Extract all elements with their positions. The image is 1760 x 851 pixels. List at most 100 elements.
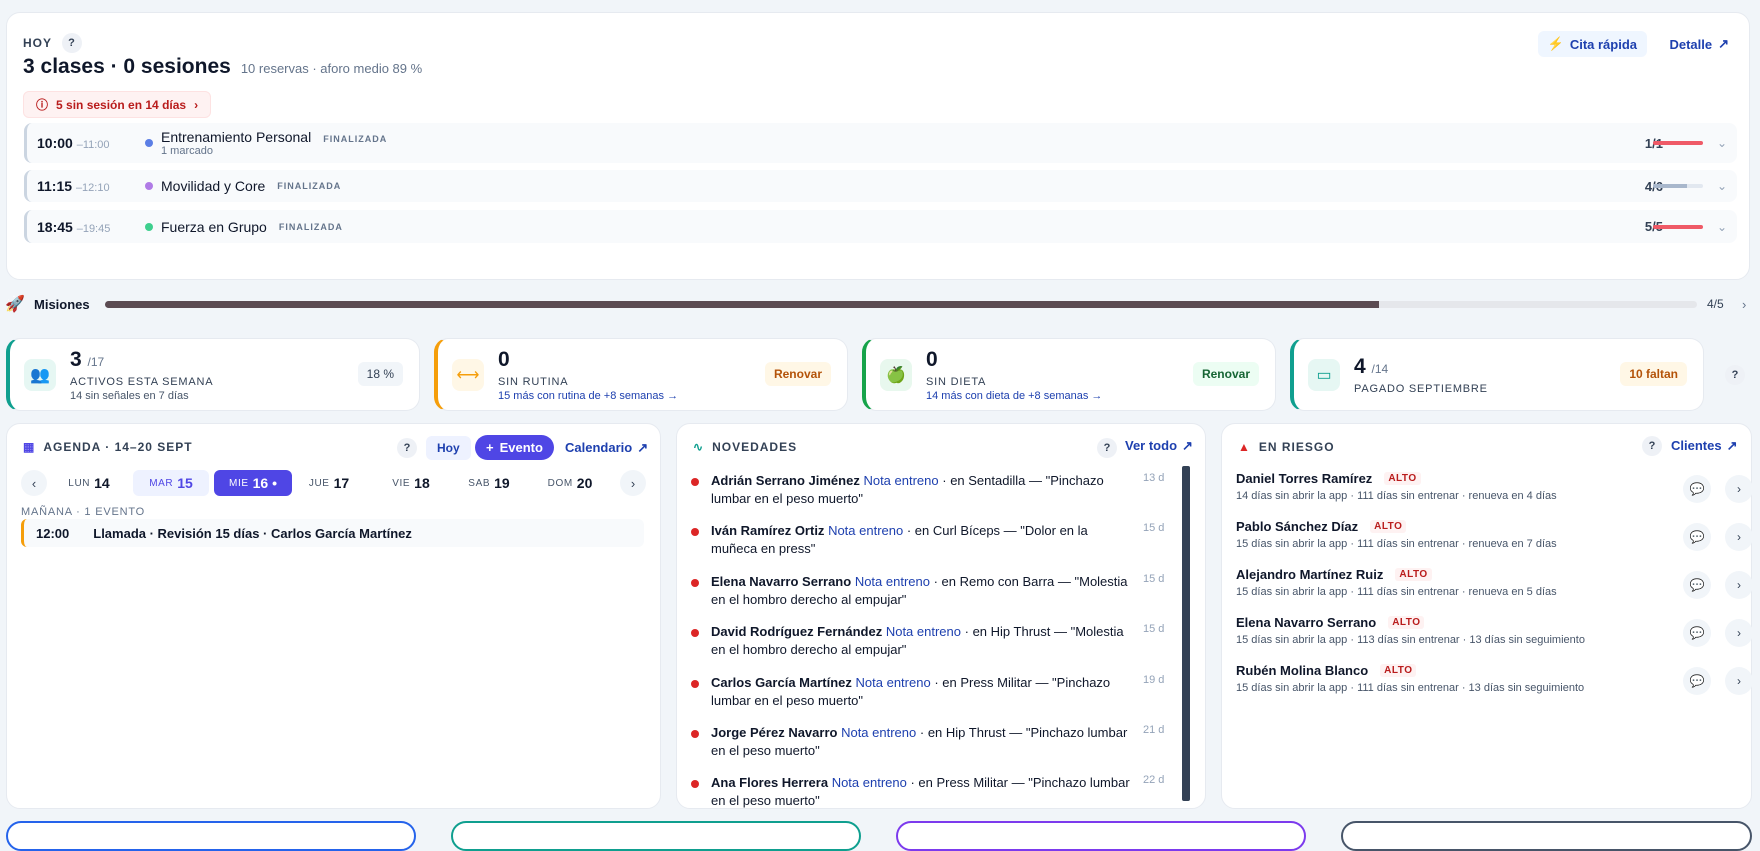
help-icon[interactable]: ?	[1097, 438, 1117, 458]
chevron-right-icon[interactable]: ›	[1725, 523, 1753, 551]
class-capacity-bar	[1653, 141, 1703, 145]
class-capacity-bar	[1653, 184, 1703, 188]
class-row[interactable]: 18:45 –19:45 Fuerza en GrupoFINALIZADA 5…	[24, 210, 1737, 243]
rocket-icon: 🚀	[5, 296, 25, 313]
news-text: Elena Navarro Serrano Nota entreno · en …	[711, 574, 1128, 607]
news-age: 15 d	[1143, 573, 1165, 585]
chevron-right-icon[interactable]: ›	[1725, 667, 1753, 695]
kpi-label: ACTIVOS ESTA SEMANA	[70, 376, 214, 388]
news-text: Iván Ramírez Ortiz Nota entreno · en Cur…	[711, 523, 1088, 556]
bottom-card[interactable]	[6, 821, 416, 851]
help-icon[interactable]: ?	[397, 438, 417, 458]
missions-label: Misiones	[34, 296, 90, 312]
renew-button[interactable]: Renovar	[764, 362, 831, 386]
news-text: Carlos García Martínez Nota entreno · en…	[711, 675, 1111, 708]
news-age: 15 d	[1143, 522, 1165, 534]
chevron-right-icon[interactable]: ›	[1725, 619, 1753, 647]
chevron-right-icon: ›	[630, 475, 636, 491]
missions-progress-fill	[105, 300, 1379, 308]
news-age: 21 d	[1143, 724, 1165, 736]
class-row[interactable]: 10:00 –11:00 Entrenamiento Personal FINAL…	[24, 123, 1737, 163]
unread-dot	[691, 478, 699, 486]
kpi-active[interactable]: 👥 3 /17 ACTIVOS ESTA SEMANA 14 sin señal…	[6, 338, 420, 411]
message-icon[interactable]: 💬	[1683, 619, 1711, 647]
prev-week-button[interactable]: ‹	[21, 470, 47, 496]
risk-description: 14 días sin abrir la app · 111 días sin …	[1236, 490, 1557, 502]
class-status: FINALIZADA	[323, 134, 388, 144]
chevron-right-icon[interactable]: ›	[1725, 571, 1753, 599]
kpi-no-routine[interactable]: ⟷ 0 SIN RUTINA 15 más con rutina de +8 s…	[434, 338, 848, 411]
alert-circle-icon: ⓘ	[36, 98, 49, 112]
calendar-link[interactable]: Calendario ↗	[565, 440, 648, 456]
help-icon[interactable]: ?	[62, 33, 83, 53]
missions-progress	[105, 300, 1697, 308]
scrollbar-thumb[interactable]	[1182, 466, 1190, 801]
quick-appointment-button[interactable]: ⚡ Cita rápida	[1537, 31, 1647, 57]
agenda-event[interactable]: 12:00 Llamada · Revisión 15 días · Carlo…	[21, 519, 644, 547]
at-risk-title: EN RIESGO	[1258, 440, 1335, 454]
no-session-alert[interactable]: ⓘ 5 sin sesión en 14 días ›	[23, 91, 212, 118]
kpi-no-diet[interactable]: 🍏 0 SIN DIETA 14 más con dieta de +8 sem…	[862, 338, 1276, 411]
risk-client-row[interactable]: Alejandro Martínez Ruiz ALTO 15 días sin a…	[1236, 567, 1753, 611]
chevron-right-icon[interactable]: ›	[1742, 297, 1746, 312]
next-week-button[interactable]: ›	[620, 470, 646, 496]
class-row[interactable]: 11:15 –12:10 Movilidad y Core FINALIZADA …	[24, 170, 1737, 202]
class-color-dot	[145, 182, 153, 190]
risk-client-row[interactable]: Daniel Torres Ramírez ALTO 14 días sin abr…	[1236, 471, 1753, 515]
today-button[interactable]: Hoy	[426, 436, 471, 460]
bottom-card[interactable]	[896, 821, 1306, 851]
help-icon[interactable]: ?	[1725, 365, 1745, 385]
kpi-value: 0	[926, 348, 938, 371]
chevron-left-icon: ‹	[31, 475, 37, 491]
external-arrow-icon: ↗	[1718, 36, 1729, 51]
bottom-card[interactable]	[451, 821, 861, 851]
help-icon[interactable]: ?	[1642, 436, 1662, 456]
kpi-sub-link[interactable]: 14 más con dieta de +8 semanas →	[926, 390, 1102, 402]
day-tab[interactable]: LUN 14	[59, 470, 119, 496]
risk-description: 15 días sin abrir la app · 113 días sin …	[1236, 634, 1585, 646]
clients-link[interactable]: Clientes ↗	[1671, 438, 1737, 454]
day-tab[interactable]: VIE 18	[381, 470, 441, 496]
day-tab[interactable]: DOM 20	[537, 470, 603, 496]
chevron-down-icon[interactable]: ⌄	[1717, 136, 1727, 150]
class-time: 11:15 –12:10	[37, 178, 110, 194]
class-name: Entrenamiento Personal	[161, 129, 312, 145]
kpi-value: 3 /17	[70, 348, 105, 371]
message-icon[interactable]: 💬	[1683, 667, 1711, 695]
day-tab-selected[interactable]: MIE 16 •	[214, 470, 292, 496]
new-event-button[interactable]: + Evento	[475, 435, 554, 460]
kpi-tag[interactable]: 10 faltan	[1620, 362, 1687, 386]
class-time: 18:45 –19:45	[37, 218, 111, 235]
risk-client-row[interactable]: Rubén Molina Blanco ALTO 15 días sin abrir…	[1236, 663, 1753, 707]
event-title: Llamada · Revisión 15 días · Carlos Garc…	[93, 525, 412, 541]
chevron-right-icon[interactable]: ›	[1725, 475, 1753, 503]
risk-client-row[interactable]: Elena Navarro Serrano ALTO 15 días sin abr…	[1236, 615, 1753, 659]
news-text: Ana Flores Herrera Nota entreno · en Pre…	[711, 775, 1130, 808]
news-card: ∿ NOVEDADES ? Ver todo ↗ Adrián Serrano J…	[676, 423, 1206, 809]
day-tab[interactable]: MAR 15	[133, 470, 209, 496]
kpi-sub-link[interactable]: 15 más con rutina de +8 semanas →	[498, 390, 678, 402]
detail-label: Detalle	[1669, 36, 1713, 52]
day-tab[interactable]: SAB 19	[459, 470, 519, 496]
message-icon[interactable]: 💬	[1683, 523, 1711, 551]
message-icon[interactable]: 💬	[1683, 571, 1711, 599]
agenda-header: ▦ AGENDA · 14–20 SEPT	[23, 440, 193, 454]
bottom-card[interactable]	[1341, 821, 1752, 851]
today-title: 3 clases · 0 sesiones	[23, 55, 231, 78]
chevron-down-icon[interactable]: ⌄	[1717, 220, 1727, 234]
scrollbar[interactable]	[1182, 466, 1190, 801]
news-text: Adrián Serrano Jiménez Nota entreno · en…	[711, 473, 1104, 506]
dumbbell-icon: ⟷	[452, 359, 484, 391]
see-all-link[interactable]: Ver todo ↗	[1125, 438, 1193, 454]
detail-link[interactable]: Detalle ↗	[1669, 31, 1729, 57]
risk-client-row[interactable]: Pablo Sánchez Díaz ALTO 15 días sin abrir …	[1236, 519, 1753, 563]
class-status: FINALIZADA	[277, 181, 342, 191]
day-tab[interactable]: JUE 17	[299, 470, 359, 496]
missions-bar[interactable]: 🚀 Misiones 4/5 ›	[0, 293, 1760, 315]
renew-button[interactable]: Renovar	[1192, 362, 1259, 386]
external-arrow-icon: ↗	[637, 440, 649, 455]
class-info: Entrenamiento Personal FINALIZADA 1 marca…	[161, 129, 387, 157]
message-icon[interactable]: 💬	[1683, 475, 1711, 503]
kpi-paid[interactable]: ▭ 4 /14 PAGADO SEPTIEMBRE 10 faltan	[1290, 338, 1704, 411]
chevron-down-icon[interactable]: ⌄	[1717, 179, 1727, 193]
